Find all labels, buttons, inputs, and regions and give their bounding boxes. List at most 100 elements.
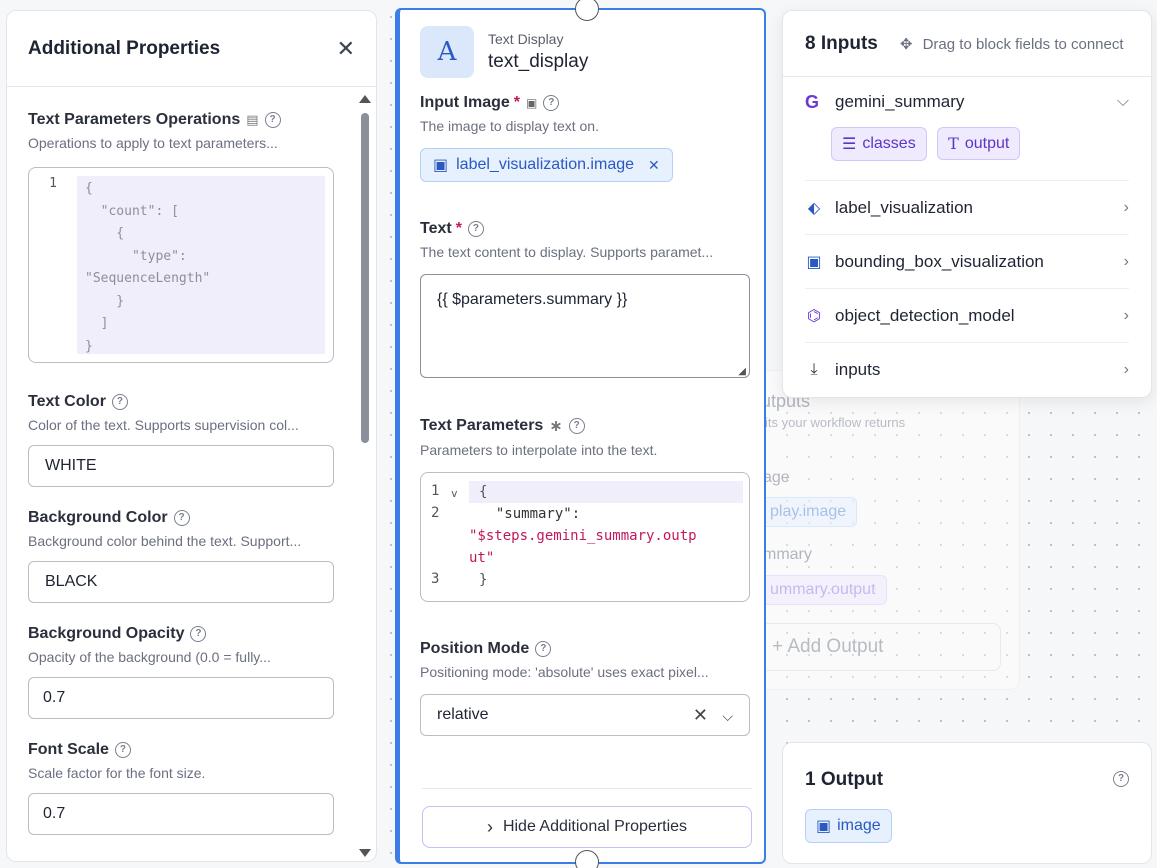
scrollbar[interactable] — [358, 91, 372, 861]
chevron-right-icon[interactable]: › — [1124, 253, 1129, 271]
text-color-input[interactable]: WHITE — [28, 445, 334, 487]
code-content[interactable]: { "summary": "$steps.gemini_summary.outp… — [469, 481, 743, 591]
output-row-label: mmary — [763, 546, 812, 563]
image-icon: ▣ — [816, 818, 832, 835]
code-line: } — [479, 572, 488, 588]
chevron-right-icon: › — [486, 816, 493, 837]
chip-label: classes — [862, 135, 916, 152]
block-header: A Text Display text_display — [420, 26, 750, 78]
input-name: label_visualization — [835, 197, 973, 217]
help-icon[interactable]: ? — [543, 95, 560, 111]
chevron-right-icon[interactable]: › — [1124, 361, 1129, 379]
field-input-image: Input Image * ▣ ? The image to display t… — [420, 94, 750, 182]
outputs-subtitle: its your workflow returns — [765, 415, 906, 430]
field-description: Color of the text. Supports supervision … — [28, 417, 299, 433]
remove-icon[interactable]: ✕ — [648, 157, 660, 174]
chevron-right-icon[interactable]: › — [1124, 199, 1129, 217]
download-icon: ⤓ — [810, 361, 818, 378]
help-icon[interactable]: ? — [467, 221, 484, 237]
help-icon[interactable]: ? — [173, 510, 190, 526]
properties-list: Text Parameters Operations ▤ ? Operation… — [28, 111, 334, 857]
input-name: gemini_summary — [835, 92, 965, 111]
field-description: Parameters to interpolate into the text. — [420, 442, 658, 458]
fold-icon[interactable]: v — [451, 487, 458, 500]
background-opacity-input[interactable]: 0.7 — [28, 677, 334, 719]
background-color-input[interactable]: BLACK — [28, 561, 334, 603]
code-line: "$steps.gemini_summary.outp — [469, 528, 697, 544]
input-item[interactable]: ▣ bounding_box_visualization › — [805, 235, 1129, 289]
list-icon: ☰ — [842, 136, 857, 153]
output-chip-image[interactable]: ▣ image — [805, 809, 892, 843]
field-text-parameters: Text Parameters ∗ ? Parameters to interp… — [420, 416, 750, 602]
font-scale-input[interactable]: 0.7 — [28, 793, 334, 835]
input-item[interactable]: ⌬ object_detection_model › — [805, 289, 1129, 343]
field-text: Text * ? The text content to display. Su… — [420, 220, 750, 378]
field-description: The image to display text on. — [420, 118, 599, 134]
canvas-port-bottom[interactable] — [575, 850, 599, 868]
required-marker: * — [455, 220, 462, 237]
input-item[interactable]: ⬖ label_visualization › — [805, 181, 1129, 235]
close-icon[interactable]: ✕ — [337, 36, 355, 62]
input-group-gemini-summary: G gemini_summary ⌵ ☰ classes T output — [805, 77, 1129, 181]
help-icon[interactable]: ? — [535, 641, 552, 657]
chevron-down-icon[interactable]: ⌵ — [722, 708, 733, 724]
clear-icon[interactable]: ✕ — [693, 705, 708, 725]
field-background-opacity: Background Opacity ? Opacity of the back… — [28, 625, 334, 719]
field-description: The text content to display. Supports pa… — [420, 244, 714, 260]
chevron-right-icon[interactable]: › — [1124, 307, 1129, 325]
resize-handle-icon[interactable]: ◢ — [738, 366, 746, 377]
code-line: ut" — [469, 550, 495, 566]
scrollbar-thumb[interactable] — [361, 113, 369, 443]
scroll-down-icon[interactable] — [359, 849, 371, 857]
field-label: Text Parameters Operations — [28, 111, 241, 128]
code-content[interactable]: { "count": [ { "type": "SequenceLength" … — [77, 176, 325, 354]
drag-hint: ✥ Drag to block fields to connect — [900, 35, 1124, 53]
output-chip-classes[interactable]: ☰ classes — [831, 127, 927, 161]
code-line: { — [469, 481, 743, 503]
bbox-icon: ▣ — [806, 253, 822, 271]
input-item[interactable]: ⤓ inputs › — [805, 343, 1129, 397]
panel-title: Additional Properties — [28, 37, 221, 59]
panel-header: Additional Properties ✕ — [7, 11, 376, 87]
gemini-icon: G — [805, 91, 820, 112]
drag-hint-text: Drag to block fields to connect — [922, 35, 1124, 53]
field-label: Text Color — [28, 393, 106, 410]
inputs-panel: 8 Inputs ✥ Drag to block fields to conne… — [782, 10, 1152, 398]
input-item[interactable]: G gemini_summary — [805, 92, 964, 113]
field-label: Text — [420, 220, 452, 237]
output-row-chip: ummary.output — [759, 575, 887, 605]
add-output-button[interactable]: + Add Output — [759, 623, 1001, 671]
help-icon[interactable]: ? — [114, 742, 131, 758]
asterisk-icon: ∗ — [549, 418, 563, 435]
output-row-label: age — [763, 469, 790, 486]
field-label: Input Image — [420, 94, 510, 111]
output-chip-output[interactable]: T output — [937, 127, 1021, 160]
text-textarea[interactable]: {{ $parameters.summary }} ◢ — [420, 274, 750, 378]
help-icon[interactable]: ? — [111, 394, 128, 410]
block-name: text_display — [488, 51, 589, 72]
image-icon: ▣ — [526, 96, 538, 110]
hide-additional-properties-button[interactable]: › Hide Additional Properties — [422, 806, 752, 848]
tag-icon: ⬖ — [807, 199, 821, 217]
position-mode-select[interactable]: relative ✕ ⌵ — [420, 694, 750, 736]
chip-label: output — [964, 134, 1010, 152]
input-image-chip[interactable]: ▣ label_visualization.image ✕ — [420, 148, 673, 182]
table-icon: ▤ — [246, 112, 259, 127]
operations-code-editor[interactable]: 1 { "count": [ { "type": "SequenceLength… — [28, 167, 334, 363]
field-description: Scale factor for the font size. — [28, 765, 206, 781]
help-icon[interactable]: ? — [1113, 771, 1129, 787]
additional-properties-panel: Additional Properties ✕ Text Parameters … — [6, 10, 377, 862]
block-type: Text Display — [488, 31, 564, 47]
field-background-color: Background Color ? Background color behi… — [28, 509, 334, 603]
text-display-icon: A — [420, 26, 474, 78]
scroll-up-icon[interactable] — [359, 95, 371, 103]
help-icon[interactable]: ? — [190, 626, 207, 642]
text-display-block[interactable]: A Text Display text_display Input Image … — [395, 8, 766, 864]
field-text-color: Text Color ? Color of the text. Supports… — [28, 393, 334, 487]
field-text-parameters-operations: Text Parameters Operations ▤ ? Operation… — [28, 111, 334, 363]
image-icon: ▣ — [433, 157, 449, 174]
chevron-down-icon[interactable]: ⌵ — [1117, 93, 1129, 111]
text-parameters-code-editor[interactable]: 1 2 3 v { "summary": "$steps.gemini_summ… — [420, 472, 750, 602]
help-icon[interactable]: ? — [568, 418, 585, 434]
help-icon[interactable]: ? — [264, 112, 281, 128]
